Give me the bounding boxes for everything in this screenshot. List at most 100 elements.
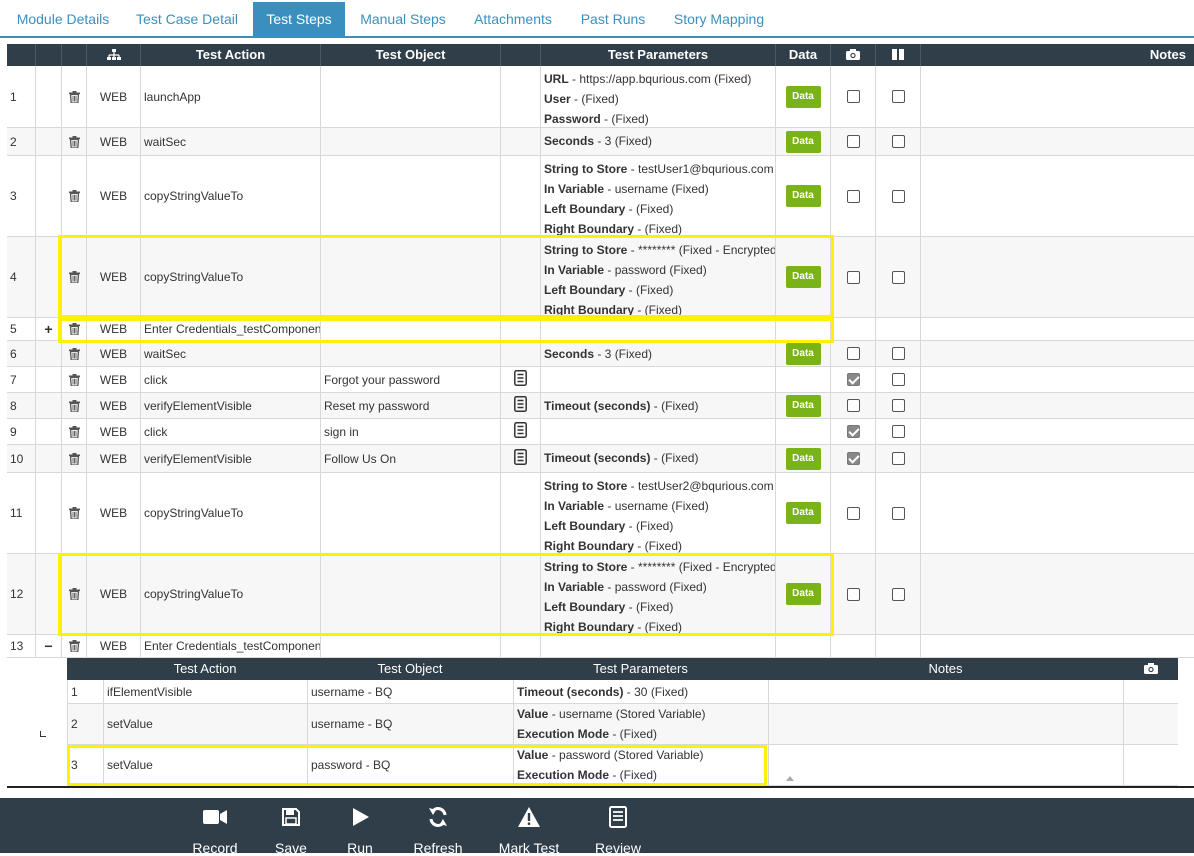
trash-icon[interactable]	[68, 190, 80, 202]
step-action[interactable]: click	[140, 419, 320, 444]
step-parameters[interactable]	[540, 635, 775, 657]
table-row[interactable]: 2 WEB waitSec Seconds - 3 (Fixed) Data	[7, 128, 1194, 156]
tab-module-details[interactable]: Module Details	[4, 2, 122, 36]
screenshot-checkbox[interactable]	[846, 399, 860, 412]
trash-icon[interactable]	[68, 588, 80, 600]
delete-step[interactable]	[61, 445, 86, 472]
step-parameters[interactable]	[540, 419, 775, 444]
step-notes[interactable]	[920, 635, 1194, 657]
trash-icon[interactable]	[68, 347, 80, 360]
step-object[interactable]	[320, 635, 500, 657]
table-row[interactable]: 9 WEB click sign in	[7, 419, 1194, 445]
trash-icon[interactable]	[68, 135, 80, 148]
step-object[interactable]	[320, 554, 500, 634]
object-list-icon[interactable]	[514, 449, 527, 468]
step-notes[interactable]	[920, 341, 1194, 366]
trash-icon[interactable]	[68, 452, 80, 465]
screenshot-checkbox[interactable]	[846, 189, 860, 203]
step-object[interactable]: Reset my password	[320, 393, 500, 418]
step-object[interactable]: Follow Us On	[320, 445, 500, 472]
data-button[interactable]: Data	[785, 447, 821, 470]
pause-checkbox[interactable]	[891, 587, 905, 601]
sub-step-notes[interactable]	[768, 704, 1123, 744]
sub-step-action[interactable]: setValue	[103, 745, 307, 785]
step-notes[interactable]	[920, 393, 1194, 418]
object-list-icon[interactable]	[514, 370, 527, 389]
sub-table-row[interactable]: 2 setValue username - BQ Value - username (…	[67, 704, 1178, 745]
object-details[interactable]	[500, 419, 540, 444]
step-object[interactable]	[320, 66, 500, 127]
review-button[interactable]: Review	[583, 804, 653, 856]
step-parameters[interactable]: Timeout (seconds) - (Fixed)	[540, 445, 775, 472]
step-action[interactable]: verifyElementVisible	[140, 393, 320, 418]
step-action[interactable]: copyStringValueTo	[140, 237, 320, 317]
screenshot-checkbox[interactable]	[846, 452, 860, 465]
step-notes[interactable]	[920, 445, 1194, 472]
sub-step-parameters[interactable]: Value - password (Stored Variable) Execut…	[513, 745, 768, 785]
step-notes[interactable]	[920, 156, 1194, 236]
step-action[interactable]: Enter Credentials_testComponen	[140, 635, 320, 657]
step-action[interactable]: copyStringValueTo	[140, 473, 320, 553]
step-parameters[interactable]	[540, 367, 775, 392]
step-object[interactable]	[320, 237, 500, 317]
screenshot-checkbox[interactable]	[846, 90, 860, 103]
delete-step[interactable]	[61, 393, 86, 418]
delete-step[interactable]	[61, 66, 86, 127]
delete-step[interactable]	[61, 554, 86, 634]
trash-icon[interactable]	[68, 399, 80, 412]
step-object[interactable]	[320, 156, 500, 236]
sub-step-notes[interactable]	[768, 680, 1123, 703]
sub-step-action[interactable]: setValue	[103, 704, 307, 744]
tab-test-steps[interactable]: Test Steps	[253, 2, 345, 36]
trash-icon[interactable]	[68, 271, 80, 283]
screenshot-checkbox[interactable]	[846, 587, 860, 601]
step-parameters[interactable]: String to Store - ******** (Fixed - Encr…	[540, 237, 775, 317]
pause-checkbox[interactable]	[891, 90, 905, 103]
delete-step[interactable]	[61, 419, 86, 444]
tab-story-mapping[interactable]: Story Mapping	[666, 2, 772, 36]
step-object[interactable]	[320, 318, 500, 340]
step-parameters[interactable]: String to Store - testUser1@bqurious.com…	[540, 156, 775, 236]
step-action[interactable]: copyStringValueTo	[140, 156, 320, 236]
step-notes[interactable]	[920, 554, 1194, 634]
save-button[interactable]: Save	[256, 804, 326, 856]
step-notes[interactable]	[920, 473, 1194, 553]
data-button[interactable]: Data	[785, 394, 821, 417]
pause-checkbox[interactable]	[891, 425, 905, 438]
delete-step[interactable]	[61, 237, 86, 317]
data-button[interactable]: Data	[785, 342, 821, 365]
delete-step[interactable]	[61, 341, 86, 366]
expand-toggle[interactable]: +	[35, 318, 61, 340]
data-button[interactable]: Data	[785, 85, 821, 108]
record-button[interactable]: Record	[180, 804, 250, 856]
step-parameters[interactable]: Seconds - 3 (Fixed)	[540, 128, 775, 155]
step-parameters[interactable]	[540, 318, 775, 340]
sub-step-object[interactable]: username - BQ	[307, 680, 513, 703]
step-action[interactable]: Enter Credentials_testComponen	[140, 318, 320, 340]
step-notes[interactable]	[920, 419, 1194, 444]
step-object[interactable]: Forgot your password	[320, 367, 500, 392]
table-row[interactable]: 8 WEB verifyElementVisible Reset my passwor…	[7, 393, 1194, 419]
trash-icon[interactable]	[68, 640, 80, 652]
delete-step[interactable]	[61, 635, 86, 657]
step-action[interactable]: waitSec	[140, 341, 320, 366]
pause-checkbox[interactable]	[891, 347, 905, 360]
tab-test-case-detail[interactable]: Test Case Detail	[126, 2, 248, 36]
step-notes[interactable]	[920, 66, 1194, 127]
sub-step-notes[interactable]	[768, 745, 1123, 785]
step-action[interactable]: copyStringValueTo	[140, 554, 320, 634]
step-parameters[interactable]: String to Store - testUser2@bqurious.com…	[540, 473, 775, 553]
object-details[interactable]	[500, 367, 540, 392]
delete-step[interactable]	[61, 367, 86, 392]
object-details[interactable]	[500, 393, 540, 418]
step-parameters[interactable]: Timeout (seconds) - (Fixed)	[540, 393, 775, 418]
run-button[interactable]: Run	[325, 804, 395, 856]
table-row[interactable]: 13− WEB Enter Credentials_testComponen	[7, 635, 1194, 658]
screenshot-checkbox[interactable]	[846, 506, 860, 520]
screenshot-checkbox[interactable]	[846, 135, 860, 148]
step-notes[interactable]	[920, 367, 1194, 392]
pause-checkbox[interactable]	[891, 373, 905, 386]
scroll-up-icon[interactable]	[786, 776, 794, 781]
delete-step[interactable]	[61, 473, 86, 553]
step-parameters[interactable]: String to Store - ******** (Fixed - Encr…	[540, 554, 775, 634]
